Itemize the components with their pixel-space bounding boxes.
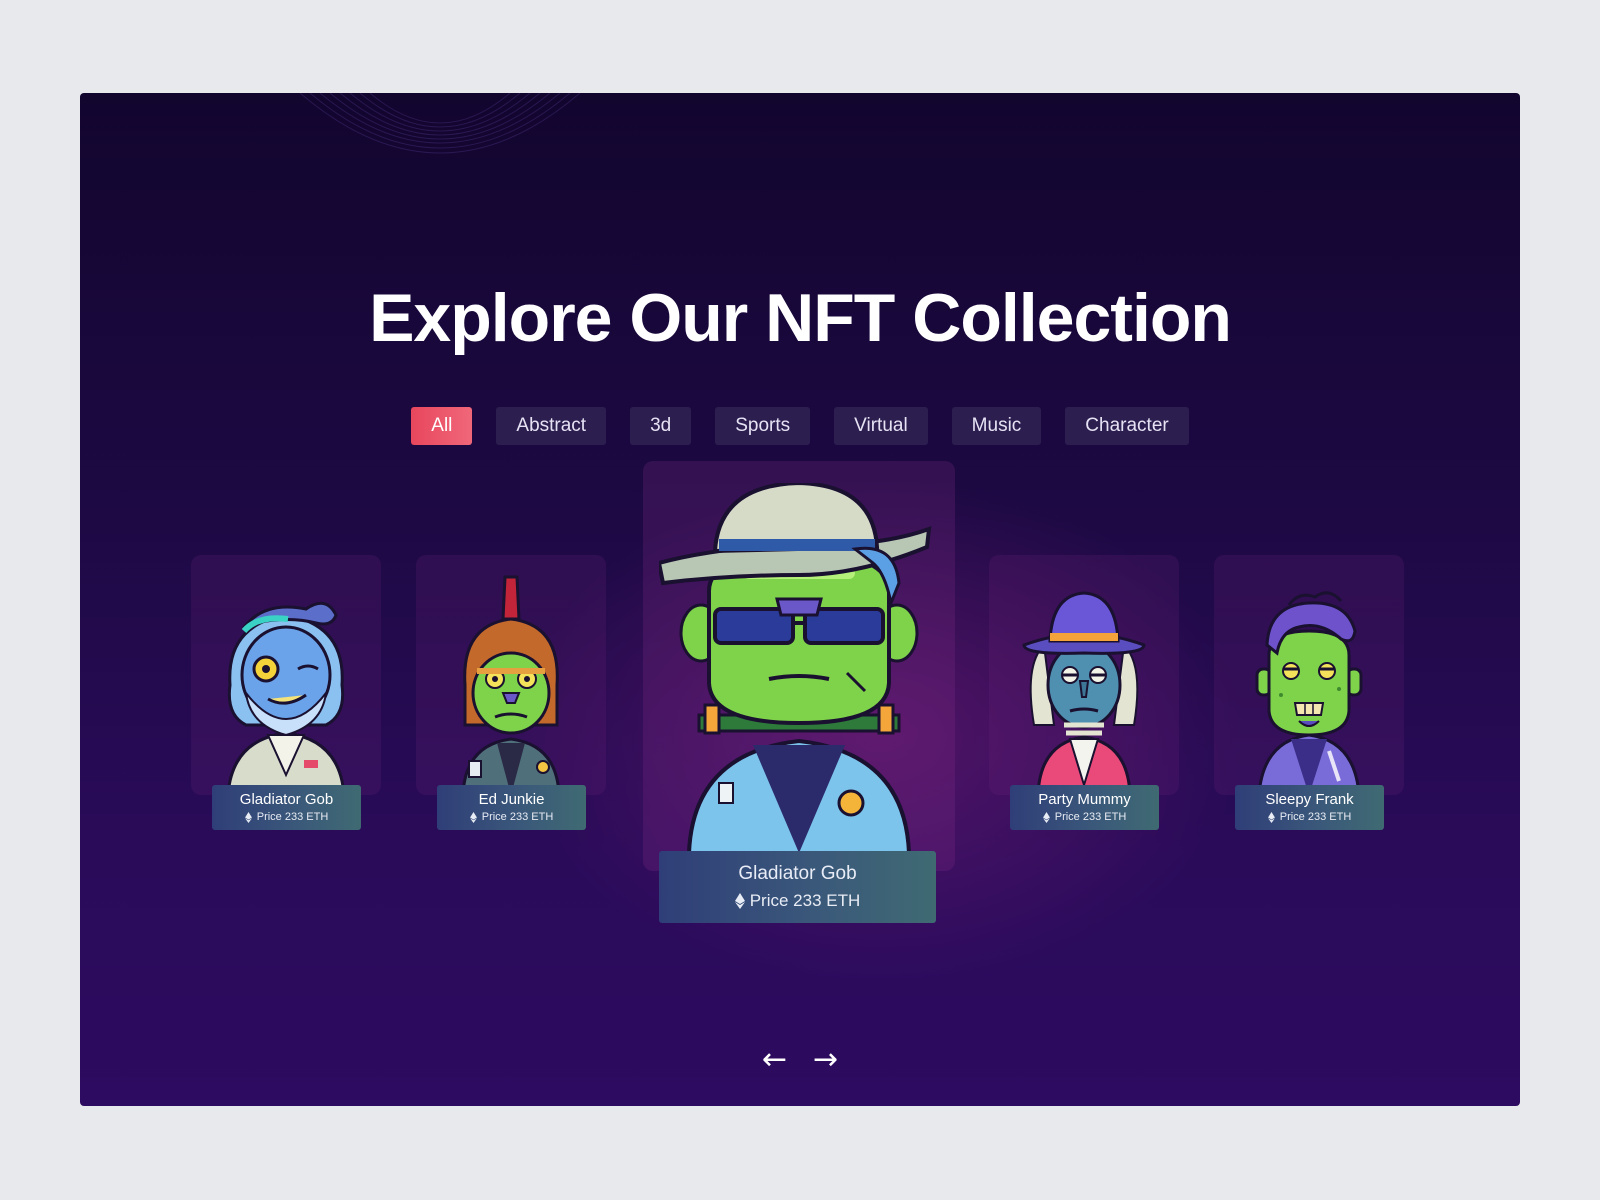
nft-price: Price 233 ETH [1279,811,1352,823]
carousel-navigation: ← → [80,1045,1520,1075]
card-caption: Party Mummy Price 233 ETH [1010,785,1159,830]
card-caption: Sleepy Frank Price 233 ETH [1235,785,1384,830]
card-caption: Ed Junkie Price 233 ETH [437,785,586,830]
filter-virtual[interactable]: Virtual [834,407,928,445]
card-caption: Gladiator Gob Price 233 ETH [212,785,361,830]
nft-name: Sleepy Frank [1265,791,1354,808]
nft-artwork-gladiator-gob [226,601,346,795]
ethereum-icon [244,811,252,823]
nft-artwork-ed-junkie [461,575,561,795]
decorative-arcs [299,93,581,154]
nft-price: Price 233 ETH [256,811,329,823]
nft-name: Party Mummy [1038,791,1131,808]
nft-collection-section: Explore Our NFT Collection All Abstract … [80,93,1520,1106]
ethereum-icon [469,811,477,823]
filter-all[interactable]: All [411,407,473,445]
nft-artwork-gladiator-gob-featured [659,483,932,853]
page-title: Explore Our NFT Collection [369,280,1232,356]
nft-price: Price 233 ETH [481,811,554,823]
filter-music[interactable]: Music [951,407,1042,445]
nft-name: Ed Junkie [478,791,545,808]
filter-abstract[interactable]: Abstract [496,407,607,445]
nft-price: Price 233 ETH [749,891,861,910]
nft-artwork-party-mummy [1022,591,1146,795]
card-caption: Gladiator Gob Price 233 ETH [659,851,936,923]
filter-sports[interactable]: Sports [715,407,811,445]
nft-name: Gladiator Gob [738,863,857,884]
ethereum-icon [1267,811,1275,823]
category-filter-bar: All Abstract 3d Sports Virtual Music Cha… [80,407,1520,445]
arrow-right-icon[interactable]: → [813,1045,838,1075]
nft-price: Price 233 ETH [1054,811,1127,823]
filter-3d[interactable]: 3d [630,407,692,445]
ethereum-icon [1042,811,1050,823]
nft-artwork-sleepy-frank [1255,591,1363,795]
arrow-left-icon[interactable]: ← [762,1045,787,1075]
ethereum-icon [734,893,745,909]
nft-name: Gladiator Gob [239,791,334,808]
filter-character[interactable]: Character [1065,407,1189,445]
